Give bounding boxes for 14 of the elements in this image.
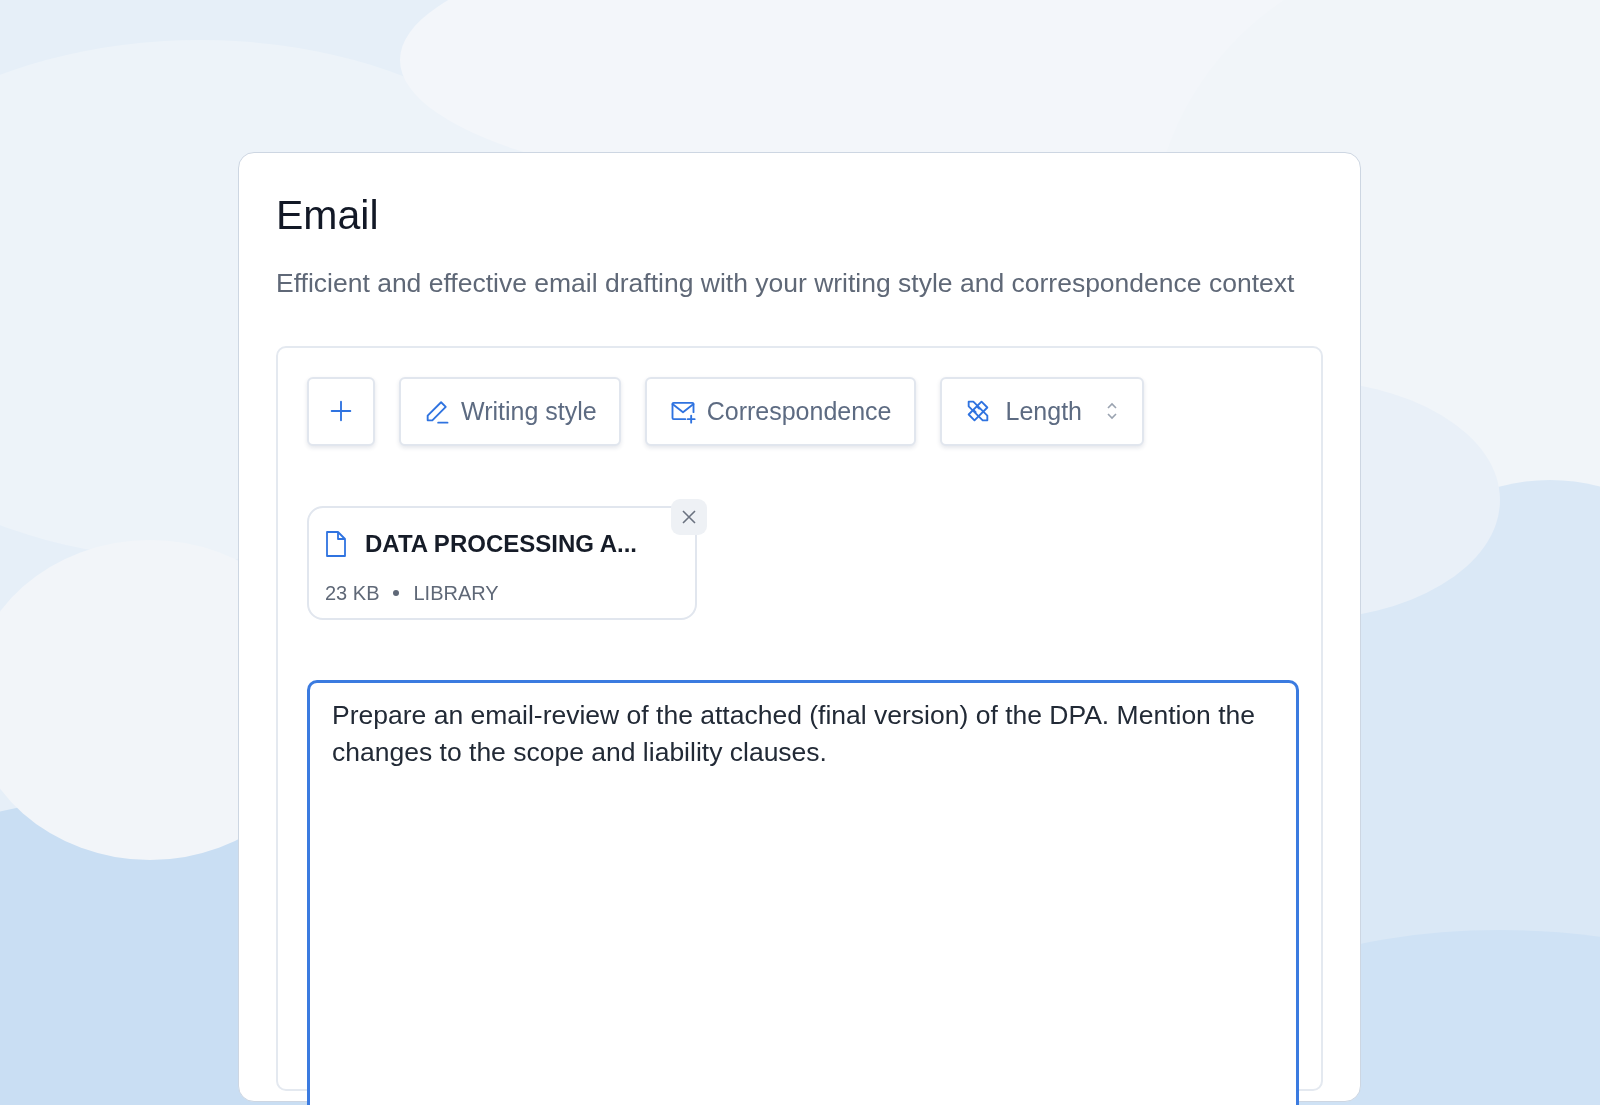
prompt-input[interactable]: Prepare an email-review of the attached (final version) of the DPA. Mention the changes to the scope and liability clauses.: [307, 679, 1299, 1105]
correspondence-button[interactable]: Correspondence: [644, 376, 916, 446]
close-icon: [682, 509, 696, 524]
length-select[interactable]: Length: [939, 376, 1144, 446]
page-title: Email: [276, 193, 380, 239]
page-subtitle: Efficient and effective email drafting with your writing style and correspondence context: [276, 267, 1296, 301]
separator-dot-icon: [393, 589, 400, 596]
writing-style-button[interactable]: Writing style: [399, 376, 621, 446]
add-button[interactable]: [307, 376, 375, 446]
file-source: LIBRARY: [413, 580, 499, 606]
attachment-name: DATA PROCESSING A...: [365, 528, 637, 559]
remove-button[interactable]: [671, 498, 707, 535]
file-size: 23 KB: [325, 580, 380, 606]
document-icon: [325, 529, 347, 558]
